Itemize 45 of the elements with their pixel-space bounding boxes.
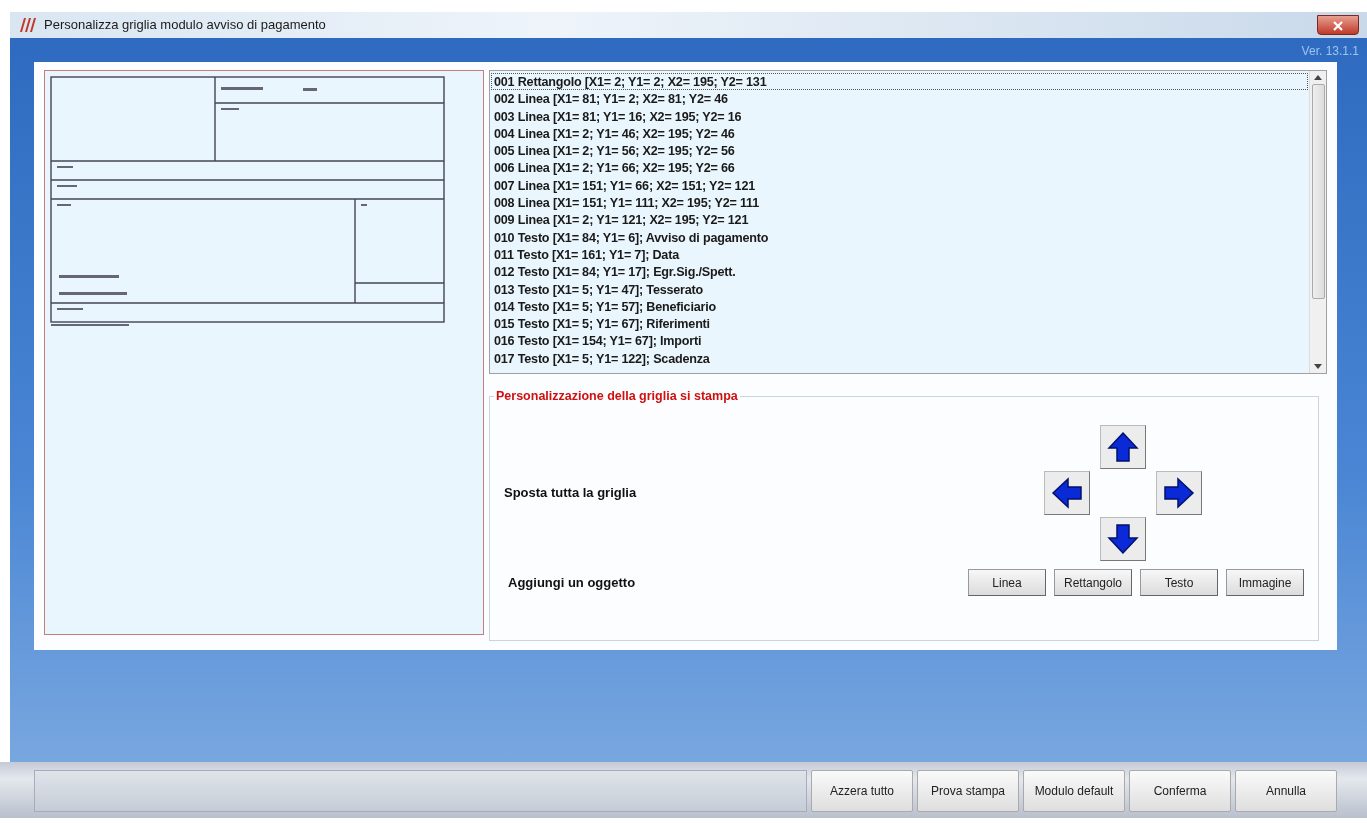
object-list-item[interactable]: 016 Testo [X1= 154; Y1= 67]; Importi [491,332,1308,350]
move-up-button[interactable] [1100,425,1146,469]
move-right-button[interactable] [1156,471,1202,515]
version-label: Ver. 13.1.1 [1301,44,1359,58]
move-label: Sposta tutta la griglia [504,484,637,503]
object-list-item[interactable]: 015 Testo [X1= 5; Y1= 67]; Riferimenti [491,315,1308,333]
footer-button[interactable]: Azzera tutto [811,770,913,812]
footer-button[interactable]: Conferma [1129,770,1231,812]
arrow-up-icon [1107,431,1139,463]
object-list-item[interactable]: 006 Linea [X1= 2; Y1= 66; X2= 195; Y2= 66 [491,159,1308,177]
object-list-item[interactable]: 014 Testo [X1= 5; Y1= 57]; Beneficiario [491,297,1308,316]
move-left-button[interactable] [1044,471,1090,515]
scrollbar-thumb[interactable] [1311,84,1325,299]
object-list-item[interactable]: 009 Linea [X1= 2; Y1= 121; X2= 195; Y2= 121 [491,211,1308,229]
object-list-item[interactable]: 012 Testo [X1= 84; Y1= 17]; Egr.Sig./Spett. [491,263,1308,281]
object-list-item[interactable]: 010 Testo [X1= 84; Y1= 6]; Avviso di pagamento [491,228,1308,246]
footer-button[interactable]: Prova stampa [917,770,1019,812]
object-list-item[interactable]: 011 Testo [X1= 161; Y1= 7]; Data [491,245,1308,264]
object-list-item[interactable]: 002 Linea [X1= 81; Y1= 2; X2= 81; Y2= 46 [491,90,1308,108]
object-list-item[interactable]: 003 Linea [X1= 81; Y1= 16; X2= 195; Y2= 16 [491,107,1308,125]
app-logo-icon [18,17,36,33]
add-object-button[interactable]: Linea [968,569,1046,596]
arrow-right-icon [1163,477,1195,509]
object-list-item[interactable]: 008 Linea [X1= 151; Y1= 111; X2= 195; Y2= 111 [491,194,1308,212]
close-icon [1333,20,1343,31]
arrow-down-icon [1107,523,1139,555]
arrow-left-icon [1051,477,1083,509]
add-label: Aggiungi un oggetto [508,573,636,592]
object-list-item[interactable]: 007 Linea [X1= 151; Y1= 66; X2= 151; Y2= 121 [491,176,1308,195]
add-object-button[interactable]: Immagine [1226,569,1304,596]
footer-button[interactable]: Annulla [1235,770,1337,812]
footer-button[interactable]: Modulo default [1023,770,1125,812]
scroll-up-icon[interactable] [1314,75,1322,80]
scroll-down-icon[interactable] [1314,364,1322,369]
window-title: Personalizza griglia modulo avviso di pagamento [44,16,326,35]
close-button[interactable] [1317,15,1359,35]
move-down-button[interactable] [1100,517,1146,561]
group-title: Personalizzazione della griglia si stampa [494,388,740,404]
object-list-item[interactable]: 004 Linea [X1= 2; Y1= 46; X2= 195; Y2= 46 [491,124,1308,143]
object-list-item[interactable]: 001 Rettangolo [X1= 2; Y1= 2; X2= 195; Y2= 131 [491,73,1308,91]
object-list-item[interactable]: 005 Linea [X1= 2; Y1= 56; X2= 195; Y2= 56 [491,142,1308,160]
add-object-button[interactable]: Testo [1140,569,1218,596]
object-list-item[interactable]: 017 Testo [X1= 5; Y1= 122]; Scadenza [491,349,1308,368]
object-list-item[interactable]: 013 Testo [X1= 5; Y1= 47]; Tesserato [491,280,1308,298]
add-object-button[interactable]: Rettangolo [1054,569,1132,596]
